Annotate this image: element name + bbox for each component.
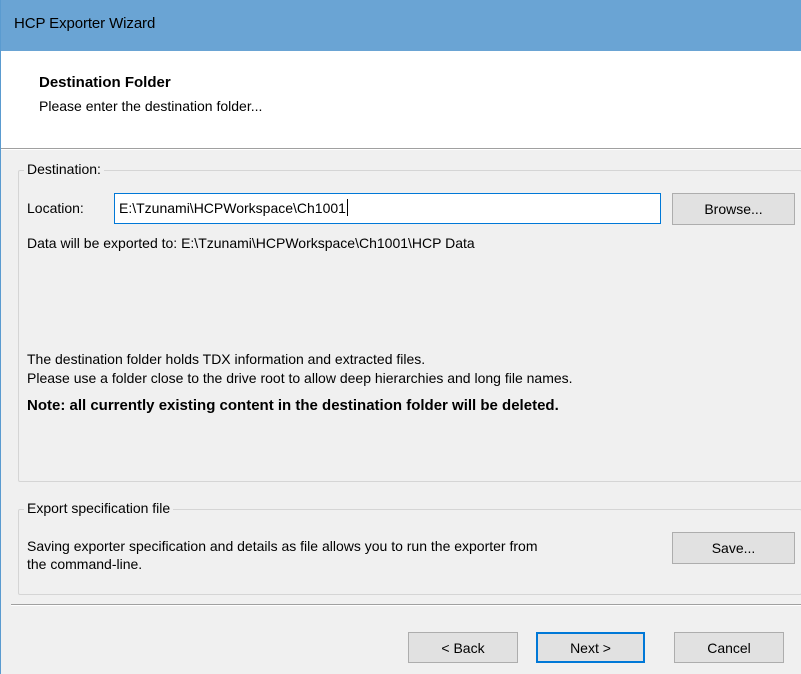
deletion-warning: Note: all currently existing content in …	[27, 397, 559, 414]
info-text-line2: Please use a folder close to the drive r…	[27, 370, 573, 386]
window-title: HCP Exporter Wizard	[14, 15, 156, 32]
location-label: Location:	[27, 200, 84, 216]
title-bar[interactable]: HCP Exporter Wizard	[1, 0, 801, 51]
page-subtitle: Please enter the destination folder...	[39, 98, 263, 114]
header-divider	[1, 149, 801, 150]
location-input-value: E:\Tzunami\HCPWorkspace\Ch1001	[119, 200, 346, 216]
text-caret	[346, 199, 348, 216]
wizard-window: HCP Exporter Wizard Destination Folder P…	[0, 0, 801, 674]
back-button[interactable]: < Back	[408, 632, 518, 663]
browse-button[interactable]: Browse...	[672, 193, 795, 225]
footer-divider-highlight	[11, 605, 801, 606]
info-text-line1: The destination folder holds TDX informa…	[27, 351, 426, 367]
next-button[interactable]: Next >	[536, 632, 645, 663]
export-path-text: Data will be exported to: E:\Tzunami\HCP…	[27, 235, 475, 251]
export-spec-group-legend: Export specification file	[24, 500, 174, 516]
destination-group-legend: Destination:	[24, 161, 104, 177]
export-spec-description-line2: the command-line.	[27, 556, 143, 572]
cancel-button[interactable]: Cancel	[674, 632, 784, 663]
location-input[interactable]: E:\Tzunami\HCPWorkspace\Ch1001	[114, 193, 661, 224]
save-button[interactable]: Save...	[672, 532, 795, 564]
wizard-header: Destination Folder Please enter the dest…	[1, 51, 801, 149]
export-spec-description-line1: Saving exporter specification and detail…	[27, 538, 538, 554]
page-title: Destination Folder	[39, 74, 171, 91]
